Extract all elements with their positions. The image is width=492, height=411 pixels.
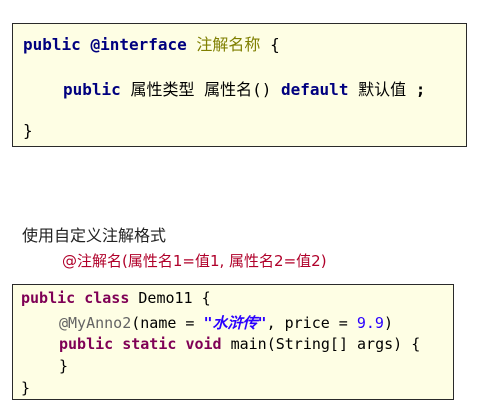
syntax-line-1: public @interface 注解名称 {: [23, 31, 280, 55]
annotation-syntax-code-block: public @interface 注解名称 { public 属性类型 属性名…: [12, 23, 467, 147]
keyword-interface: @interface: [90, 35, 187, 54]
attr-type-placeholder: 属性类型: [130, 80, 195, 99]
param-close: ): [383, 314, 393, 332]
class-name: Demo11: [138, 289, 193, 307]
example-line-1: public class Demo11 {: [21, 289, 211, 307]
keyword-public: public: [21, 289, 76, 307]
example-code-block: public class Demo11 { @MyAnno2(name = "水…: [12, 284, 454, 400]
keyword-default: default: [281, 80, 349, 99]
usage-heading: 使用自定义注解格式: [22, 226, 167, 245]
keyword-void: void: [185, 335, 222, 353]
number-literal: 9.9: [356, 314, 384, 332]
method-signature: main(String[] args) {: [230, 335, 421, 353]
param-mid: , price =: [266, 314, 357, 332]
annotation-usage: @MyAnno2: [59, 314, 132, 332]
brace-close: }: [21, 379, 31, 397]
keyword-class: class: [84, 289, 130, 307]
example-line-2: @MyAnno2(name = "水浒传", price = 9.9): [59, 312, 393, 333]
syntax-line-3: }: [23, 121, 33, 140]
default-value-placeholder: 默认值: [358, 80, 407, 99]
keyword-public: public: [23, 35, 81, 54]
string-literal: "水浒传": [203, 314, 267, 332]
example-line-3: public static void main(String[] args) {: [59, 335, 420, 353]
annotation-name-placeholder: 注解名称: [196, 35, 261, 54]
brace-close: }: [23, 121, 33, 140]
brace-open: {: [270, 35, 280, 54]
keyword-public: public: [63, 80, 121, 99]
keyword-public: public: [59, 335, 114, 353]
inner-brace-close: }: [59, 357, 69, 375]
attr-name-placeholder: 属性名(): [204, 80, 272, 99]
example-line-4: }: [59, 357, 68, 375]
keyword-static: static: [122, 335, 177, 353]
brace-open: {: [201, 289, 211, 307]
syntax-line-2: public 属性类型 属性名() default 默认值 ;: [63, 76, 425, 100]
usage-format: @注解名(属性名1=值1, 属性名2=值2): [62, 252, 327, 270]
param-open: (name =: [131, 314, 204, 332]
semicolon: ;: [415, 80, 426, 99]
example-line-5: }: [21, 379, 30, 397]
